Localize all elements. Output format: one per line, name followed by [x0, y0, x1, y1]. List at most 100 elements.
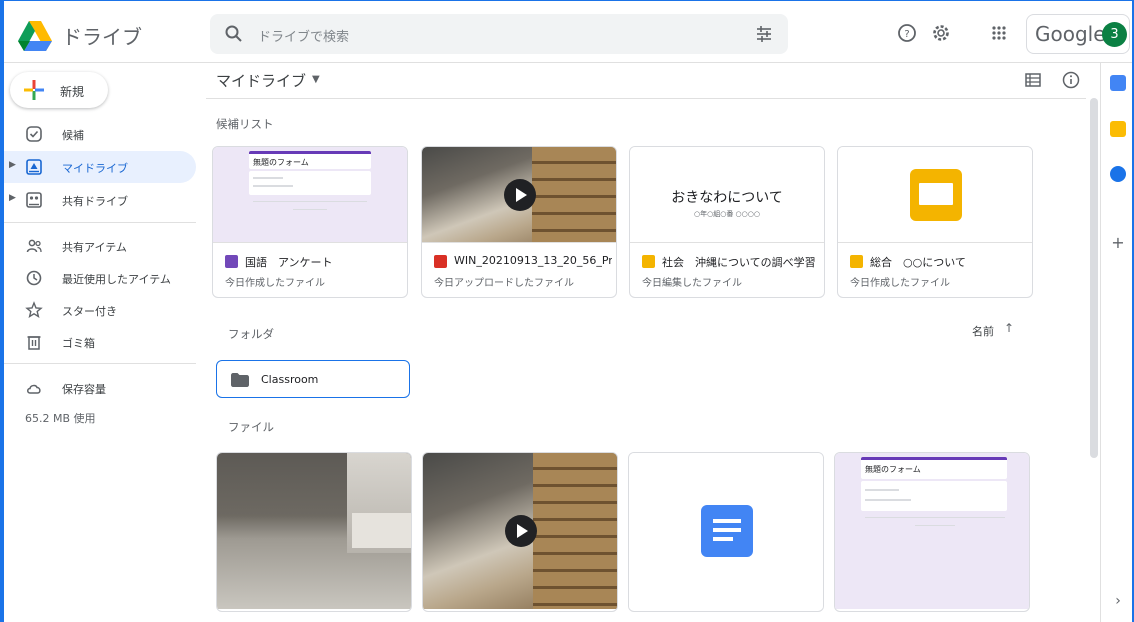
sidebar-item-storage[interactable]: 保存容量 — [4, 372, 196, 404]
people-icon — [26, 239, 42, 253]
video-file-icon — [434, 255, 447, 268]
chevron-right-icon[interactable]: › — [1110, 593, 1126, 609]
google-label: Google — [1035, 22, 1106, 46]
file-thumbnail — [423, 453, 617, 609]
sidebar-divider — [4, 363, 196, 364]
file-thumbnail — [217, 453, 411, 609]
sidebar-item-label: スター付き — [62, 305, 117, 318]
slides-icon — [910, 169, 962, 221]
add-addon-icon[interactable]: + — [1110, 235, 1126, 251]
side-panel-rail: + › — [1100, 63, 1134, 622]
slides-file-icon — [642, 255, 655, 268]
sidebar-item-label: 最近使用したアイテム — [62, 273, 171, 286]
suggested-file-card[interactable]: 総合 ○○について 今日作成したファイル — [837, 146, 1033, 298]
app-title[interactable]: ドライブ — [62, 21, 142, 50]
suggested-heading: 候補リスト — [216, 117, 274, 131]
sidebar-item-recent[interactable]: 最近使用したアイテム — [4, 262, 196, 294]
sidebar-item-my-drive[interactable]: ▶ マイドライブ — [4, 151, 196, 183]
drive-logo-icon[interactable] — [18, 21, 52, 51]
scrollbar[interactable] — [1090, 98, 1098, 458]
tasks-icon[interactable] — [1110, 166, 1126, 182]
file-card[interactable] — [422, 452, 618, 612]
apps-grid-icon[interactable] — [988, 22, 1010, 44]
file-card[interactable] — [216, 452, 412, 612]
sidebar-divider — [4, 222, 196, 223]
new-button-label: 新規 — [60, 85, 85, 99]
sidebar-item-label: 共有アイテム — [62, 241, 127, 254]
suggested-file-card[interactable]: WIN_20210913_13_20_56_Pr... 今日アップロードしたファ… — [421, 146, 617, 298]
file-card[interactable]: 無題のフォーム — [834, 452, 1030, 612]
file-name: 国語 アンケート — [245, 256, 333, 269]
star-icon — [25, 301, 43, 318]
folder-name: Classroom — [261, 373, 319, 386]
play-icon[interactable] — [504, 179, 536, 211]
play-icon[interactable] — [505, 515, 537, 547]
search-bar[interactable]: ドライブで検索 — [210, 14, 788, 54]
forms-file-icon — [225, 255, 238, 268]
file-name: 総合 ○○について — [870, 256, 966, 269]
slide-thumb-subtitle: ○年○組○番 ○○○○ — [694, 210, 760, 218]
arrow-up-icon[interactable]: ↑ — [1004, 321, 1014, 335]
list-view-icon[interactable] — [1024, 72, 1042, 88]
chevron-down-icon[interactable]: ▼ — [312, 74, 320, 85]
sort-name-button[interactable]: 名前 — [972, 323, 994, 339]
help-icon[interactable]: ? — [896, 22, 918, 44]
sidebar-item-suggested[interactable]: 候補 — [4, 118, 196, 150]
sidebar-item-starred[interactable]: スター付き — [4, 294, 196, 326]
keep-icon[interactable] — [1110, 121, 1126, 137]
check-circle-icon — [26, 126, 42, 142]
file-name: WIN_20210913_13_20_56_Pr... — [454, 254, 612, 267]
sidebar-item-label: 保存容量 — [62, 383, 106, 396]
svg-text:?: ? — [904, 29, 909, 40]
slides-file-icon — [850, 255, 863, 268]
clock-icon — [26, 270, 42, 286]
account-switcher[interactable]: Google 3 — [1026, 14, 1130, 54]
files-heading: ファイル — [228, 420, 274, 434]
file-thumbnail: おきなわについて ○年○組○番 ○○○○ — [630, 147, 824, 243]
sidebar-item-shared-drives[interactable]: ▶ 共有ドライブ — [4, 184, 196, 216]
search-input[interactable]: ドライブで検索 — [258, 26, 349, 45]
main-divider — [206, 98, 1086, 99]
trash-icon — [27, 336, 41, 350]
expand-arrow-icon[interactable]: ▶ — [9, 160, 16, 170]
sidebar-item-label: 共有ドライブ — [62, 195, 128, 208]
file-thumbnail: 無題のフォーム — [835, 453, 1029, 609]
sidebar-item-label: ゴミ箱 — [62, 337, 95, 350]
calendar-icon[interactable] — [1110, 75, 1126, 91]
suggested-file-card[interactable]: おきなわについて ○年○組○番 ○○○○ 社会 沖縄についての調べ学習 今日編集… — [629, 146, 825, 298]
file-thumbnail — [838, 147, 1032, 243]
expand-arrow-icon[interactable]: ▶ — [9, 193, 16, 203]
storage-usage: 65.2 MB 使用 — [25, 412, 96, 425]
file-card[interactable] — [628, 452, 824, 612]
new-button[interactable]: 新規 — [10, 72, 108, 108]
cloud-icon — [27, 384, 41, 394]
form-thumb-title: 無題のフォーム — [865, 465, 921, 474]
file-subtitle: 今日アップロードしたファイル — [434, 278, 574, 289]
form-thumb-title: 無題のフォーム — [253, 158, 309, 167]
sidebar-item-label: マイドライブ — [62, 162, 128, 175]
sidebar-item-label: 候補 — [62, 129, 84, 142]
file-subtitle: 今日作成したファイル — [225, 278, 325, 289]
folder-icon — [231, 373, 249, 387]
search-icon[interactable] — [224, 24, 244, 44]
shared-drives-icon — [26, 192, 42, 208]
folder-item-classroom[interactable]: Classroom — [216, 360, 410, 398]
file-subtitle: 今日編集したファイル — [642, 278, 742, 289]
slide-thumb-title: おきなわについて — [671, 190, 783, 206]
sidebar-item-trash[interactable]: ゴミ箱 — [4, 326, 196, 358]
avatar[interactable]: 3 — [1102, 22, 1127, 47]
my-drive-icon — [26, 159, 42, 175]
file-thumbnail: 無題のフォーム — [213, 147, 407, 243]
suggested-file-card[interactable]: 無題のフォーム 国語 アンケート 今日作成したファイル — [212, 146, 408, 298]
file-thumbnail — [629, 453, 823, 609]
search-options-icon[interactable] — [754, 24, 774, 44]
info-icon[interactable] — [1061, 70, 1081, 90]
breadcrumb[interactable]: マイドライブ — [216, 70, 306, 91]
folders-heading: フォルダ — [228, 327, 274, 341]
file-thumbnail — [422, 147, 616, 243]
plus-icon — [24, 80, 44, 100]
sidebar-item-shared-with-me[interactable]: 共有アイテム — [4, 230, 196, 262]
file-subtitle: 今日作成したファイル — [850, 278, 950, 289]
top-bar: ドライブ ドライブで検索 ? Google 3 — [4, 1, 1132, 63]
settings-icon[interactable] — [930, 22, 952, 44]
